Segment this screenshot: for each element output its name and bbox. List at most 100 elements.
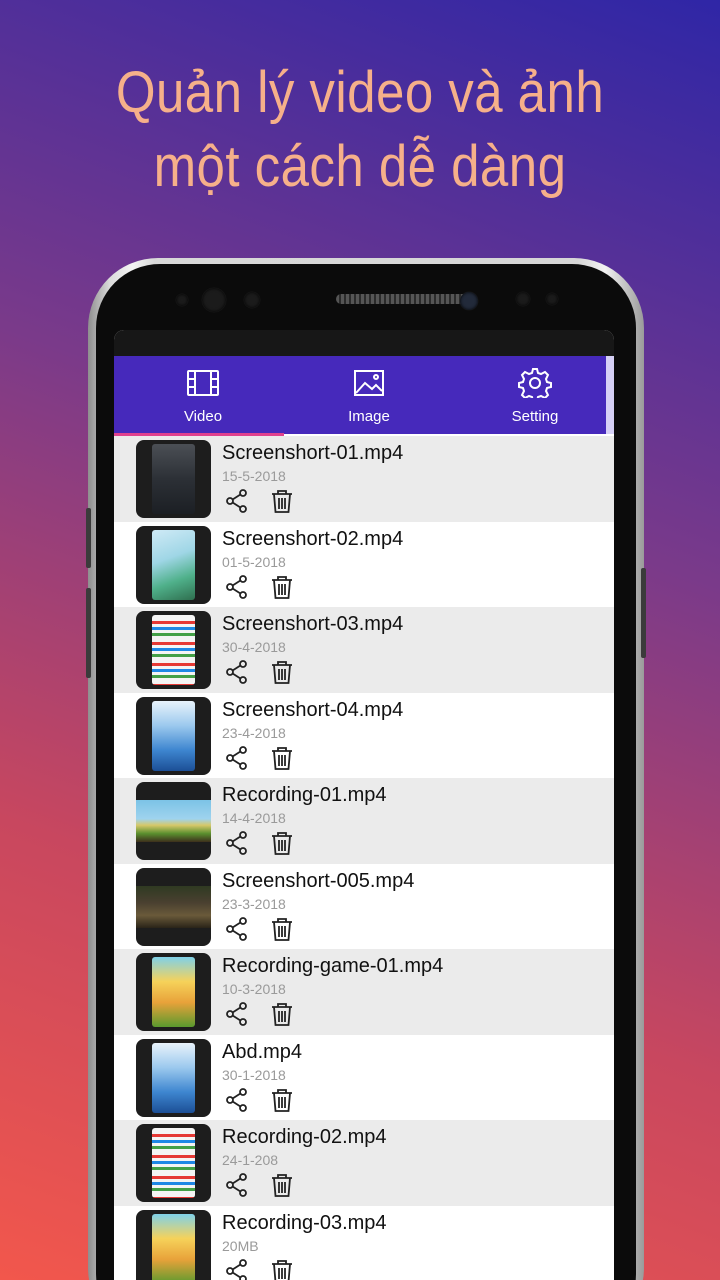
trash-icon xyxy=(272,1259,292,1280)
video-thumbnail[interactable] xyxy=(136,440,211,518)
list-item[interactable]: Recording-01.mp4 14-4-2018 xyxy=(114,778,614,864)
headline-line-1: Quản lý video và ảnh xyxy=(115,60,605,125)
image-icon xyxy=(352,368,386,398)
file-name: Recording-03.mp4 xyxy=(222,1211,387,1234)
list-item[interactable]: Recording-game-01.mp4 10-3-2018 xyxy=(114,949,614,1035)
list-item[interactable]: Screenshort-04.mp4 23-4-2018 xyxy=(114,693,614,779)
file-name: Screenshort-01.mp4 xyxy=(222,442,404,464)
gear-icon xyxy=(518,368,552,402)
list-item[interactable]: Abd.mp4 30-1-2018 xyxy=(114,1035,614,1121)
tab-bar: Video Image Setting xyxy=(114,356,614,434)
film-icon xyxy=(186,368,220,398)
sensor-dot xyxy=(546,293,558,305)
share-button[interactable] xyxy=(224,1172,250,1198)
video-thumbnail[interactable] xyxy=(136,867,211,946)
phone-frame: Video Image Setting Screenshort-01.mp4 1… xyxy=(86,258,646,1280)
delete-button[interactable] xyxy=(269,488,295,514)
video-thumbnail[interactable] xyxy=(136,696,211,775)
promo-headline: Quản lý video và ảnh một cách dễ dàng xyxy=(43,56,677,204)
trash-icon xyxy=(272,1003,292,1026)
share-button[interactable] xyxy=(224,745,250,771)
file-name: Recording-game-01.mp4 xyxy=(222,955,444,977)
file-name: Abd.mp4 xyxy=(222,1040,303,1063)
thumbnail-preview xyxy=(152,1128,195,1198)
delete-button[interactable] xyxy=(269,745,295,771)
thumbnail-preview xyxy=(152,615,195,685)
video-thumbnail[interactable] xyxy=(136,611,211,689)
list-item[interactable]: Screenshort-005.mp4 23-3-2018 xyxy=(114,864,614,950)
bixby-button xyxy=(86,588,91,678)
file-name: Screenshort-03.mp4 xyxy=(222,613,404,635)
share-button[interactable] xyxy=(224,916,250,942)
share-icon xyxy=(226,745,247,770)
file-date: 20MB xyxy=(222,1237,259,1254)
delete-button[interactable] xyxy=(269,1087,295,1113)
sensor-dot xyxy=(176,294,188,306)
status-bar xyxy=(114,330,614,356)
thumbnail-preview xyxy=(152,529,195,600)
file-date: 30-4-2018 xyxy=(222,639,286,655)
list-item[interactable]: Recording-03.mp4 20MB xyxy=(114,1206,614,1280)
share-button[interactable] xyxy=(224,574,250,600)
file-date: 30-1-2018 xyxy=(222,1066,286,1083)
video-thumbnail[interactable] xyxy=(136,1209,211,1280)
thumbnail-preview xyxy=(136,885,211,928)
thumbnail-preview xyxy=(152,444,195,514)
delete-button[interactable] xyxy=(269,830,295,856)
tab-video[interactable]: Video xyxy=(120,356,286,434)
tab-setting-label: Setting xyxy=(511,408,559,425)
trash-icon xyxy=(272,1088,292,1112)
share-icon xyxy=(226,916,247,941)
delete-button[interactable] xyxy=(269,659,295,685)
video-thumbnail[interactable] xyxy=(136,953,211,1031)
tab-setting[interactable]: Setting xyxy=(452,356,614,434)
delete-button[interactable] xyxy=(269,1258,295,1280)
trash-icon xyxy=(272,1174,292,1197)
delete-button[interactable] xyxy=(269,916,295,942)
list-item[interactable]: Screenshort-03.mp4 30-4-2018 xyxy=(114,607,614,693)
delete-button[interactable] xyxy=(269,1172,295,1198)
share-button[interactable] xyxy=(224,488,250,514)
share-button[interactable] xyxy=(224,1258,250,1280)
share-icon xyxy=(226,1002,247,1026)
thumbnail-preview xyxy=(152,700,195,771)
video-list: Screenshort-01.mp4 15-5-2018 Screenshort… xyxy=(114,436,614,1280)
video-thumbnail[interactable] xyxy=(136,1038,211,1117)
share-icon xyxy=(226,660,247,684)
file-name: Screenshort-04.mp4 xyxy=(222,698,404,721)
file-name: Recording-02.mp4 xyxy=(222,1126,387,1148)
file-name: Screenshort-02.mp4 xyxy=(222,527,404,550)
share-button[interactable] xyxy=(224,659,250,685)
file-date: 23-3-2018 xyxy=(222,895,286,912)
thumbnail-preview xyxy=(152,957,195,1027)
file-date: 10-3-2018 xyxy=(222,981,286,997)
delete-button[interactable] xyxy=(269,574,295,600)
file-date: 01-5-2018 xyxy=(222,553,286,570)
trash-icon xyxy=(272,575,292,599)
video-thumbnail[interactable] xyxy=(136,782,211,860)
list-item[interactable]: Screenshort-01.mp4 15-5-2018 xyxy=(114,436,614,522)
tab-image[interactable]: Image xyxy=(286,356,452,434)
trash-icon xyxy=(272,832,292,855)
tab-image-label: Image xyxy=(348,408,390,425)
trash-icon xyxy=(272,917,292,941)
share-button[interactable] xyxy=(224,830,250,856)
share-button[interactable] xyxy=(224,1087,250,1113)
share-icon xyxy=(226,1087,247,1112)
file-date: 15-5-2018 xyxy=(222,468,286,484)
trash-icon xyxy=(272,661,292,684)
list-item[interactable]: Screenshort-02.mp4 01-5-2018 xyxy=(114,522,614,608)
file-name: Recording-01.mp4 xyxy=(222,784,387,806)
video-thumbnail[interactable] xyxy=(136,1124,211,1202)
earpiece-speaker xyxy=(336,294,468,304)
share-icon xyxy=(226,489,247,513)
thumbnail-preview xyxy=(152,1213,195,1280)
share-icon xyxy=(226,831,247,855)
list-item[interactable]: Recording-02.mp4 24-1-208 xyxy=(114,1120,614,1206)
phone-body: Video Image Setting Screenshort-01.mp4 1… xyxy=(96,264,636,1280)
video-thumbnail[interactable] xyxy=(136,525,211,604)
trash-icon xyxy=(272,490,292,513)
share-button[interactable] xyxy=(224,1001,250,1027)
front-camera xyxy=(460,292,478,310)
delete-button[interactable] xyxy=(269,1001,295,1027)
